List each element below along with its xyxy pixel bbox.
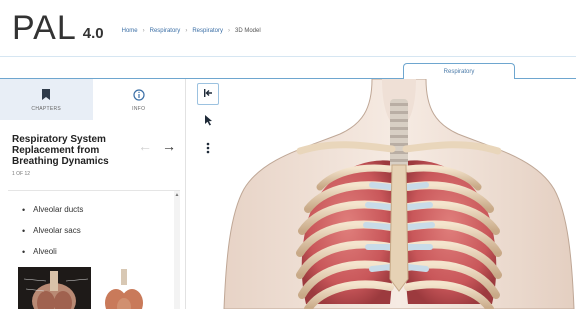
breadcrumb-3d-model: 3D Model: [235, 28, 261, 34]
app-logo[interactable]: PAL: [12, 11, 77, 45]
viewer-tab-bar: Respiratory: [0, 56, 576, 81]
bookmark-icon: [42, 88, 51, 102]
tab-chapters[interactable]: CHAPTERS: [0, 79, 93, 120]
breadcrumb: Home › Respiratory › Respiratory › 3D Mo…: [122, 28, 261, 34]
chapter-count: 1 OF 12: [12, 171, 31, 177]
breadcrumb-separator: ›: [185, 28, 188, 34]
chapter-nav: ← →: [138, 139, 176, 153]
tab-info[interactable]: INFO: [93, 79, 186, 120]
header: PAL 4.0 Home › Respiratory › Respiratory…: [0, 0, 576, 56]
breadcrumb-respiratory[interactable]: Respiratory: [150, 28, 181, 34]
chapter-title: Respiratory System Replacement from Brea…: [12, 134, 109, 167]
app-window: PAL 4.0 Home › Respiratory › Respiratory…: [0, 0, 576, 309]
chapters-panel: CHAPTERS INFO Respiratory System Replace…: [0, 79, 186, 309]
breadcrumb-respiratory-2[interactable]: Respiratory: [192, 28, 223, 34]
collapse-panel-icon: [203, 85, 213, 103]
more-options-button[interactable]: [197, 139, 219, 161]
list-item: Alveolar ducts: [22, 199, 180, 220]
more-vertical-icon: [206, 141, 210, 159]
panel-tabs: CHAPTERS INFO: [0, 79, 185, 120]
tab-info-label: INFO: [132, 105, 146, 112]
list-item: Alveoli: [22, 241, 180, 262]
next-chapter-button[interactable]: →: [162, 139, 176, 153]
content-scrollbar[interactable]: [174, 191, 180, 309]
anatomy-thumbnail-image[interactable]: [18, 267, 91, 309]
prev-chapter-button[interactable]: ←: [138, 139, 152, 153]
bullet-list: Alveolar ducts Alveolar sacs Alveoli: [8, 191, 180, 262]
breadcrumb-separator: ›: [142, 28, 145, 34]
app-version: 4.0: [82, 24, 104, 42]
lung-thumbnail-image[interactable]: [99, 267, 149, 309]
scroll-up-arrow-icon[interactable]: ▲: [174, 191, 180, 199]
select-tool-button[interactable]: [197, 111, 219, 133]
info-icon: [133, 88, 145, 102]
pointer-icon: [204, 113, 213, 131]
breadcrumb-home[interactable]: Home: [122, 28, 138, 34]
breadcrumb-separator: ›: [228, 28, 230, 34]
3d-model-viewer[interactable]: [222, 79, 576, 309]
tab-chapters-label: CHAPTERS: [31, 105, 62, 112]
viewer-toolbar: [195, 83, 221, 167]
chapter-content: Alveolar ducts Alveolar sacs Alveoli: [8, 190, 180, 309]
torso-3d-model[interactable]: [222, 79, 576, 309]
collapse-panel-button[interactable]: [197, 83, 219, 105]
thumbnail-row: [18, 267, 149, 309]
list-item: Alveolar sacs: [22, 220, 180, 241]
